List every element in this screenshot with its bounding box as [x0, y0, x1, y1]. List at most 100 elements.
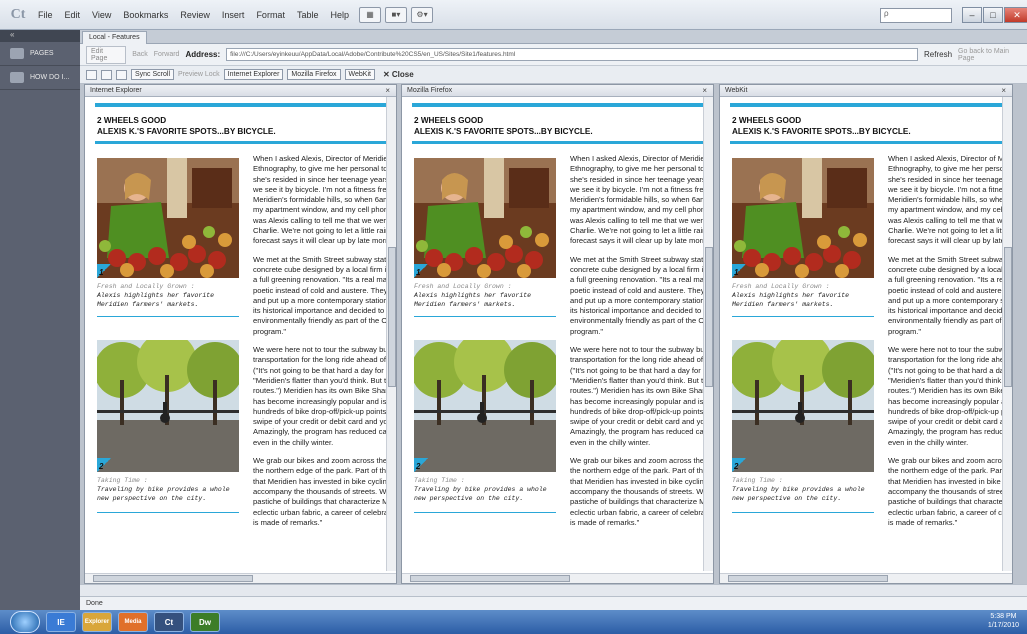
- menu-format[interactable]: Format: [250, 10, 291, 20]
- start-button[interactable]: [10, 611, 40, 633]
- paragraph: We were here not to tour the subway but …: [570, 345, 710, 447]
- scroll-thumb[interactable]: [388, 247, 396, 387]
- scroll-thumb[interactable]: [728, 575, 888, 582]
- share-icon[interactable]: ⚙▾: [410, 6, 433, 23]
- sidebar-item-how-do-i[interactable]: HOW DO I...: [0, 66, 80, 90]
- table-icon[interactable]: ▦: [358, 6, 381, 23]
- paragraph: We grab our bikes and zoom across the pa…: [253, 456, 393, 527]
- title-rule: [412, 141, 703, 144]
- photo1-caption: Fresh and Locally Grown : Alexis highlig…: [414, 283, 532, 308]
- photo2-caption: Taking Time : Traveling by bike provides…: [732, 477, 865, 502]
- menu-file[interactable]: File: [32, 10, 59, 20]
- back-button[interactable]: Back: [132, 51, 148, 58]
- status-bar: Done: [80, 596, 1027, 610]
- vertical-scrollbar[interactable]: [703, 97, 713, 571]
- horizontal-scrollbar[interactable]: [720, 573, 1012, 583]
- menu-bookmarks[interactable]: Bookmarks: [117, 10, 174, 20]
- main-horizontal-scrollbar[interactable]: [80, 584, 1027, 596]
- horizontal-scrollbar[interactable]: [85, 573, 396, 583]
- tab-local-features[interactable]: Local - Features: [82, 31, 147, 44]
- photo-number: 2: [414, 458, 428, 472]
- address-field[interactable]: file:///C:/Users/eyinkeuu/AppData/Local/…: [226, 48, 919, 61]
- menu-review[interactable]: Review: [174, 10, 216, 20]
- browser-webkit-button[interactable]: WebKit: [344, 69, 375, 80]
- search-input[interactable]: ρ: [880, 8, 952, 23]
- scroll-thumb[interactable]: [705, 247, 713, 387]
- address-label: Address:: [185, 50, 221, 59]
- paragraph: When I asked Alexis, Director of Meridie…: [570, 154, 710, 246]
- go-to-main-button[interactable]: Go back to Main Page: [958, 48, 1027, 62]
- maximize-icon[interactable]: □: [983, 7, 1003, 23]
- top-rule: [412, 103, 703, 107]
- contribute-logo: Ct: [10, 6, 26, 22]
- pane-title: Mozilla Firefox ×: [402, 85, 713, 97]
- pane-title: WebKit ×: [720, 85, 1012, 97]
- caption-rule: [97, 512, 239, 513]
- pane-internet-explorer: Internet Explorer × 2 WHEELS GOOD ALEXIS K…: [84, 84, 397, 584]
- sync-scroll-button[interactable]: Sync Scroll: [131, 69, 175, 80]
- sidebar-item-pages[interactable]: PAGES: [0, 42, 80, 66]
- system-clock[interactable]: 5:38 PM 1/17/2010: [988, 612, 1019, 630]
- vertical-scrollbar[interactable]: [1002, 97, 1012, 571]
- taskbar: IE Explorer Media Ct Dw 5:38 PM 1/17/201…: [0, 610, 1027, 634]
- browser-ie-button[interactable]: Internet Explorer: [223, 69, 284, 80]
- article-title: 2 WHEELS GOOD ALEXIS K.'S FAVORITE SPOTS.…: [97, 116, 276, 136]
- caption-rule: [732, 316, 874, 317]
- taskbar-media-icon[interactable]: Media: [118, 612, 148, 632]
- forward-button[interactable]: Forward: [154, 51, 180, 58]
- close-icon[interactable]: ×: [385, 85, 390, 96]
- article-body: When I asked Alexis, Director of Meridie…: [570, 154, 710, 583]
- menu-bar: Ct File Edit View Bookmarks Review Inser…: [0, 0, 1027, 30]
- close-icon[interactable]: ✕: [1004, 7, 1027, 23]
- document-tabs: Local - Features: [80, 30, 1027, 44]
- layout-triple-icon[interactable]: [116, 69, 127, 80]
- top-rule: [95, 103, 386, 107]
- paragraph: We met at the Smith Street subway statio…: [253, 254, 393, 336]
- market-photo: 1: [732, 158, 874, 278]
- title-rule: [730, 141, 1002, 144]
- photo-number: 2: [97, 458, 111, 472]
- taskbar-ie-icon[interactable]: IE: [46, 612, 76, 632]
- scroll-thumb[interactable]: [1004, 247, 1012, 387]
- taskbar-contribute-icon[interactable]: Ct: [154, 612, 184, 632]
- refresh-button[interactable]: Refresh: [924, 50, 952, 59]
- scroll-thumb[interactable]: [93, 575, 253, 582]
- taskbar-dreamweaver-icon[interactable]: Dw: [190, 612, 220, 632]
- taskbar-explorer-icon[interactable]: Explorer: [82, 612, 112, 632]
- menu-table[interactable]: Table: [291, 10, 325, 20]
- layout-single-icon[interactable]: [86, 69, 97, 80]
- menu-help[interactable]: Help: [324, 10, 355, 20]
- photo-number: 1: [97, 264, 111, 278]
- sidebar-item-label: PAGES: [30, 50, 54, 57]
- caption-rule: [732, 512, 874, 513]
- paragraph: We grab our bikes and zoom across the pa…: [888, 456, 1008, 527]
- search-icon: ρ: [884, 9, 889, 18]
- pages-icon: [10, 48, 24, 59]
- park-photo: 2: [97, 340, 239, 472]
- sidebar-collapse-icon[interactable]: «: [0, 30, 80, 42]
- paragraph: We met at the Smith Street subway statio…: [888, 254, 1008, 336]
- scroll-thumb[interactable]: [410, 575, 570, 582]
- close-icon[interactable]: ×: [702, 85, 707, 96]
- paragraph: We were here not to tour the subway but …: [888, 345, 1008, 447]
- park-photo: 2: [414, 340, 556, 472]
- layout-icon[interactable]: ■▾: [384, 6, 407, 23]
- edit-page-button[interactable]: Edit Page: [86, 45, 127, 64]
- paragraph: We grab our bikes and zoom across the pa…: [570, 456, 710, 527]
- caption-rule: [414, 316, 556, 317]
- menu-view[interactable]: View: [86, 10, 117, 20]
- top-rule: [730, 103, 1002, 107]
- view-bar: Sync Scroll Preview Lock Internet Explor…: [80, 66, 1027, 84]
- photo-number: 1: [414, 264, 428, 278]
- menu-edit[interactable]: Edit: [59, 10, 87, 20]
- close-preview-button[interactable]: ✕ Close: [383, 70, 414, 79]
- horizontal-scrollbar[interactable]: [402, 573, 713, 583]
- vertical-scrollbar[interactable]: [386, 97, 396, 571]
- menu-insert[interactable]: Insert: [216, 10, 251, 20]
- close-icon[interactable]: ×: [1001, 85, 1006, 96]
- browser-firefox-button[interactable]: Mozilla Firefox: [287, 69, 341, 80]
- layout-split-icon[interactable]: [101, 69, 112, 80]
- article-body: When I asked Alexis, Director of Meridie…: [888, 154, 1008, 583]
- minimize-icon[interactable]: –: [962, 7, 982, 23]
- preview-lock-button[interactable]: Preview Lock: [178, 71, 220, 78]
